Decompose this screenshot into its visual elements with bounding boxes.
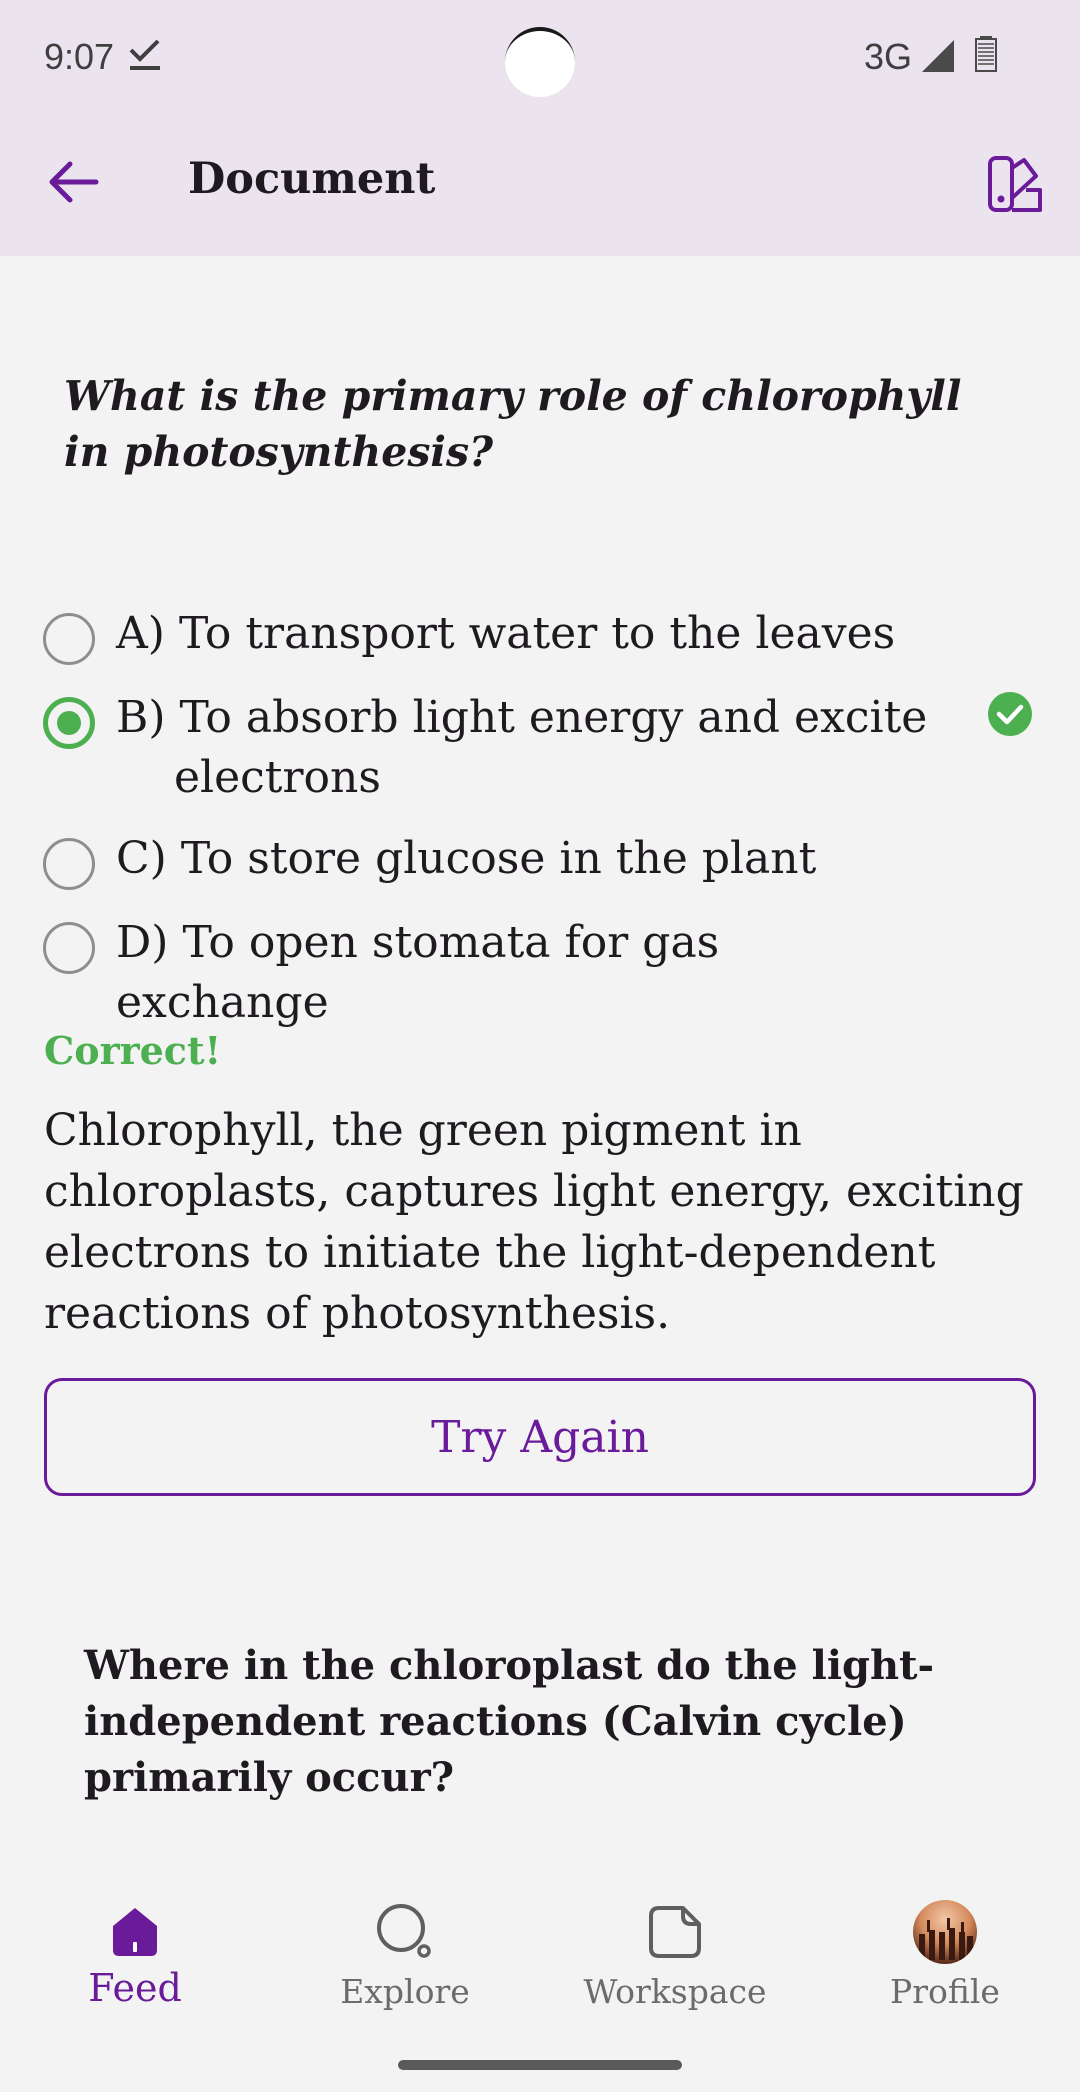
option-label: B) To absorb light energy and excite ele… xyxy=(116,688,936,808)
top-app-area: 9:07 3G Document xyxy=(0,0,1080,256)
nav-item-profile[interactable]: Profile xyxy=(845,1870,1045,2030)
avatar-image xyxy=(919,1918,973,1960)
option-text: To absorb light energy and excite xyxy=(179,692,928,743)
home-icon xyxy=(113,1908,157,1956)
camera-cutout xyxy=(505,27,575,97)
check-icon xyxy=(129,39,160,70)
nav-item-workspace[interactable]: Workspace xyxy=(575,1870,775,2030)
try-again-button[interactable]: Try Again xyxy=(44,1378,1036,1496)
option-letter: C) xyxy=(116,833,167,884)
option-text: To open stomata for gas exchange xyxy=(116,917,720,1028)
nav-item-explore[interactable]: Explore xyxy=(305,1870,505,2030)
option-letter: D) xyxy=(116,917,169,968)
status-time: 9:07 xyxy=(44,36,115,77)
avatar xyxy=(913,1900,977,1964)
option-letter: A) xyxy=(116,608,165,659)
search-icon xyxy=(377,1904,431,1958)
bottom-navigation: Feed Explore Workspace Profile xyxy=(0,1870,1080,2092)
radio-button-selected[interactable] xyxy=(43,697,95,749)
result-label: Correct! xyxy=(44,1028,222,1073)
nav-label: Profile xyxy=(890,1972,1000,2011)
option-text: To store glucose in the plant xyxy=(180,833,817,884)
app-bar: Document xyxy=(0,110,1080,256)
option-label: C) To store glucose in the plant xyxy=(116,829,936,889)
status-bar: 9:07 3G xyxy=(0,0,1080,110)
battery-icon xyxy=(975,36,997,72)
page-title: Document xyxy=(188,154,436,204)
option-text-continued: electrons xyxy=(174,752,381,803)
nav-label: Feed xyxy=(88,1966,182,2010)
palette-icon[interactable] xyxy=(986,154,1046,214)
option-text: To transport water to the leaves xyxy=(178,608,896,659)
radio-button[interactable] xyxy=(43,613,95,665)
check-circle-icon xyxy=(988,692,1032,736)
radio-button[interactable] xyxy=(43,922,95,974)
nav-item-feed[interactable]: Feed xyxy=(35,1870,235,2030)
option-letter: B) xyxy=(116,692,166,743)
network-type: 3G xyxy=(864,36,913,77)
next-question-text: Where in the chloroplast do the light-in… xyxy=(84,1642,935,1801)
gesture-handle[interactable] xyxy=(398,2060,682,2070)
signal-icon xyxy=(922,40,954,72)
radio-button[interactable] xyxy=(43,838,95,890)
back-arrow-icon[interactable] xyxy=(46,160,100,204)
nav-label: Explore xyxy=(340,1972,470,2011)
nav-label: Workspace xyxy=(583,1972,767,2011)
explanation-text: Chlorophyll, the green pigment in chloro… xyxy=(44,1105,1024,1339)
option-label: A) To transport water to the leaves xyxy=(116,604,936,664)
question-text: What is the primary role of chlorophyll … xyxy=(64,372,962,476)
note-icon xyxy=(649,1906,701,1958)
option-label: D) To open stomata for gas exchange xyxy=(116,913,936,1033)
